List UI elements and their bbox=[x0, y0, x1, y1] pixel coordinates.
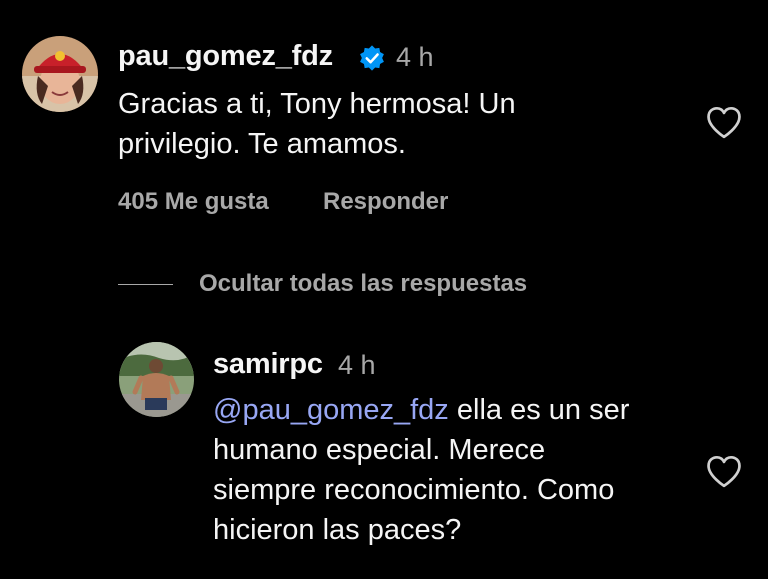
heart-outline-icon[interactable] bbox=[705, 455, 743, 489]
verified-badge-icon bbox=[360, 45, 384, 71]
hide-replies-button[interactable]: Ocultar todas las respuestas bbox=[118, 266, 527, 302]
reply-text-line: @pau_gomez_fdz ella es un ser bbox=[213, 390, 693, 430]
reply-text-line: siempre reconocimiento. Como bbox=[213, 474, 615, 506]
reply-text-line: hicieron las paces? bbox=[213, 514, 462, 546]
avatar[interactable] bbox=[22, 36, 98, 112]
comment-text-line: privilegio. Te amamos. bbox=[118, 128, 406, 160]
divider-line bbox=[118, 283, 173, 285]
reply-username[interactable]: samirpc bbox=[213, 348, 323, 381]
comment-timestamp: 4 h bbox=[396, 42, 434, 72]
reply-button[interactable]: Responder bbox=[323, 188, 448, 216]
reply-text: @pau_gomez_fdz ella es un ser humano esp… bbox=[213, 390, 693, 550]
likes-count[interactable]: 405 Me gusta bbox=[118, 188, 269, 216]
comment-text-line: Gracias a ti, Tony hermosa! Un bbox=[118, 88, 516, 120]
avatar[interactable] bbox=[119, 342, 194, 417]
reply-text-segment: ella es un ser bbox=[448, 394, 630, 426]
heart-outline-icon[interactable] bbox=[705, 106, 743, 140]
hide-replies-label: Ocultar todas las respuestas bbox=[199, 270, 528, 297]
avatar-man-outdoors-icon bbox=[119, 342, 194, 417]
avatar-woman-red-cap-icon bbox=[22, 36, 98, 112]
comment-text: Gracias a ti, Tony hermosa! Un privilegi… bbox=[118, 84, 638, 164]
mention-link[interactable]: @pau_gomez_fdz bbox=[213, 394, 449, 426]
comment-username[interactable]: pau_gomez_fdz bbox=[118, 40, 333, 73]
reply-timestamp: 4 h bbox=[338, 350, 376, 380]
reply-text-line: humano especial. Merece bbox=[213, 434, 546, 466]
